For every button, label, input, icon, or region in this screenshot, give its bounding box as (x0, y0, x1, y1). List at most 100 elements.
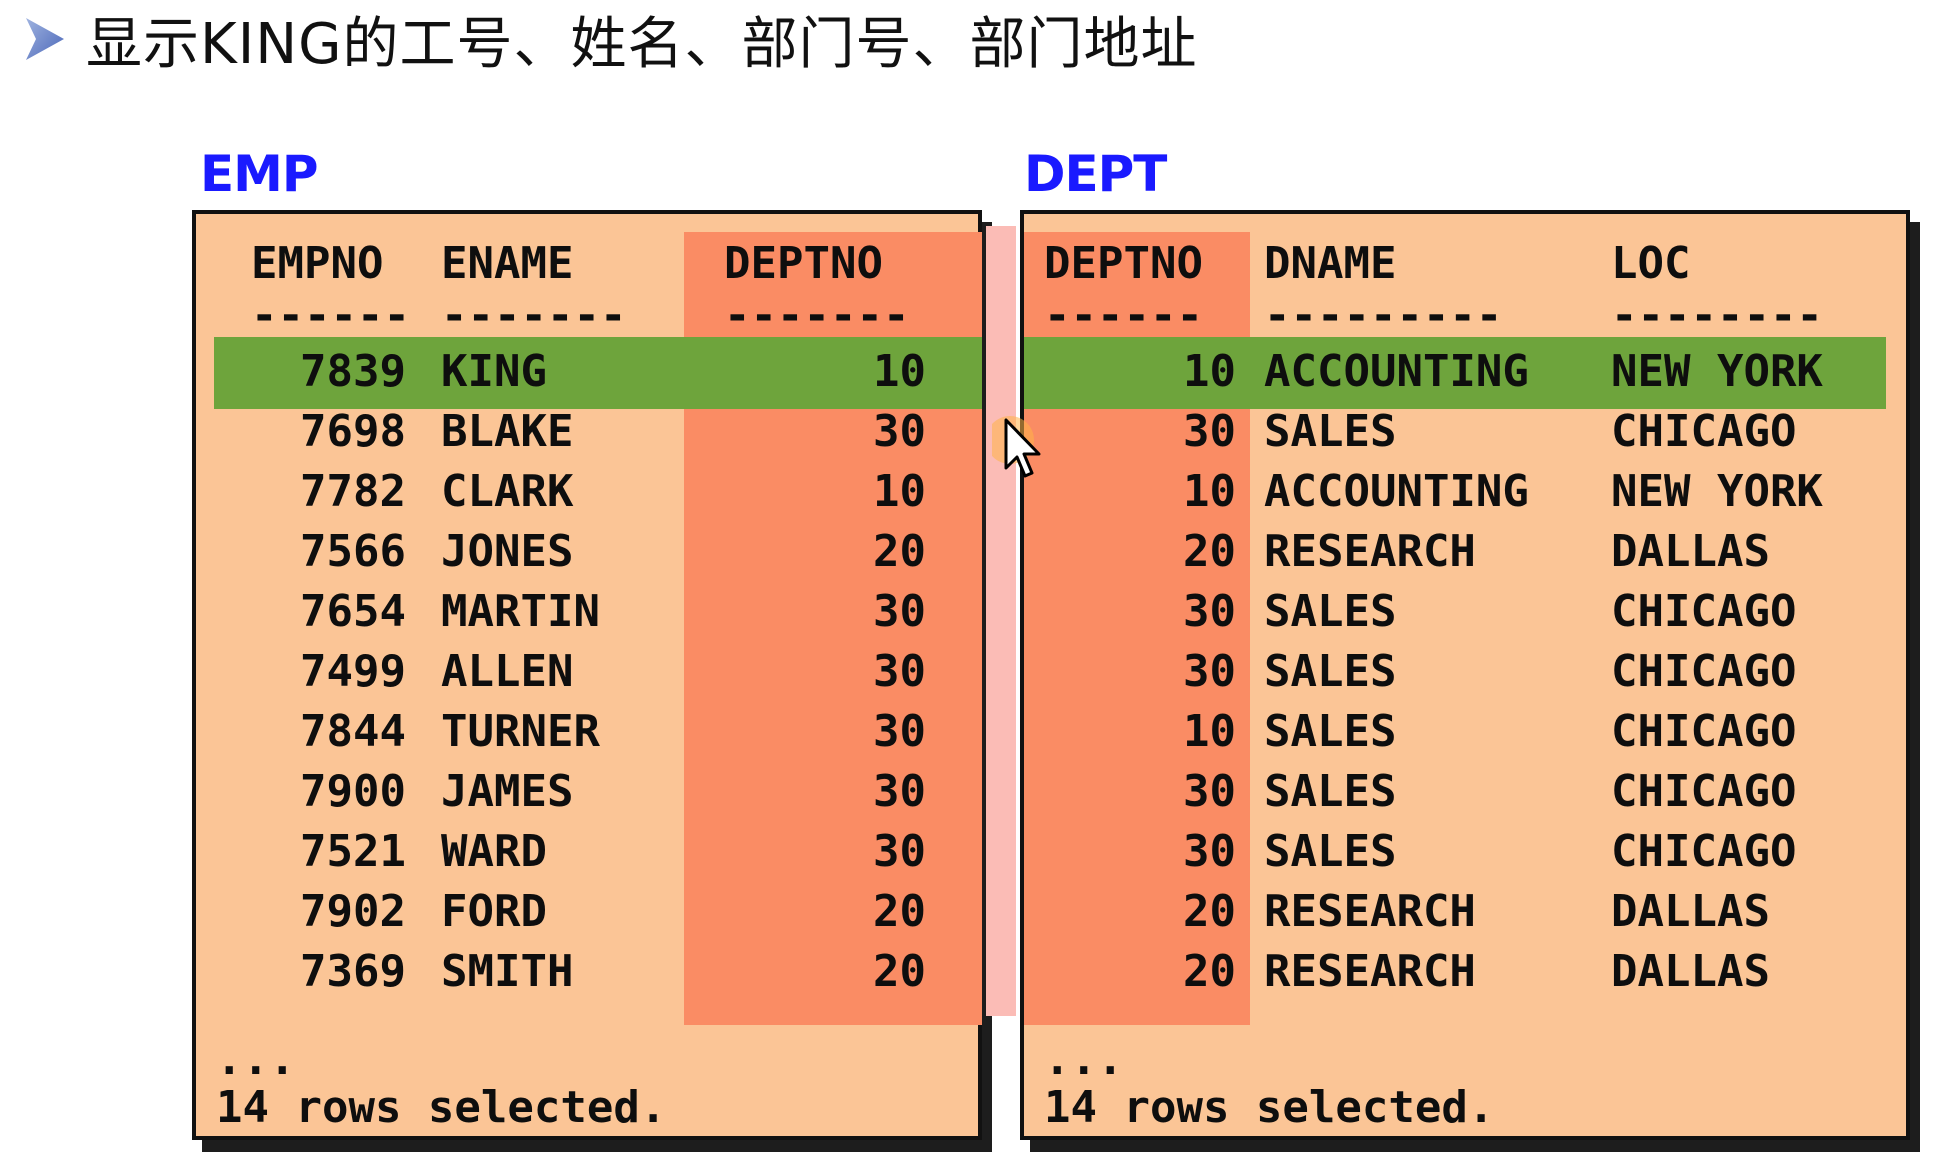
table-row: 7839 KING 10 (196, 342, 978, 402)
column-header: DEPTNO (724, 238, 883, 289)
table-cell: KING (441, 346, 547, 397)
table-row: 10 ACCOUNTING NEW YORK (1024, 342, 1906, 402)
table-cell: 7369 (300, 946, 406, 997)
table-cell: 7499 (300, 646, 406, 697)
separator-row: ------ --------- -------- (1024, 286, 1906, 346)
table-row: 7654 MARTIN 30 (196, 582, 978, 642)
column-header: EMPNO (251, 238, 384, 289)
table-cell: CHICAGO (1611, 586, 1797, 637)
table-cell: 30 (873, 586, 926, 637)
table-row: 7900 JAMES 30 (196, 762, 978, 822)
table-row: 20 RESEARCH DALLAS (1024, 522, 1906, 582)
table-cell: RESEARCH (1264, 886, 1476, 937)
table-cell: 7902 (300, 886, 406, 937)
table-cell: FORD (441, 886, 547, 937)
table-row: 7499 ALLEN 30 (196, 642, 978, 702)
join-connector-band (986, 226, 1016, 1016)
table-cell: 30 (873, 826, 926, 877)
table-cell: ACCOUNTING (1264, 346, 1529, 397)
table-cell: ACCOUNTING (1264, 466, 1529, 517)
table-cell: JAMES (441, 766, 574, 817)
column-separator: ------ (251, 290, 410, 341)
table-cell: 30 (873, 766, 926, 817)
column-separator: --------- (1264, 290, 1503, 341)
table-row: 30 SALES CHICAGO (1024, 402, 1906, 462)
table-cell: SALES (1264, 586, 1397, 637)
table-cell: SMITH (441, 946, 574, 997)
table-cell: SALES (1264, 766, 1397, 817)
table-cell: SALES (1264, 406, 1397, 457)
table-row: 30 SALES CHICAGO (1024, 642, 1906, 702)
table-cell: 20 (873, 886, 926, 937)
table-cell: 30 (1183, 766, 1236, 817)
table-cell: DALLAS (1611, 886, 1770, 937)
table-cell: SALES (1264, 826, 1397, 877)
table-cell: 20 (1183, 886, 1236, 937)
table-cell: 30 (1183, 826, 1236, 877)
table-cell: DALLAS (1611, 946, 1770, 997)
table-cell: WARD (441, 826, 547, 877)
table-row: 7844 TURNER 30 (196, 702, 978, 762)
table-row: 10 ACCOUNTING NEW YORK (1024, 462, 1906, 522)
table-cell: CHICAGO (1611, 706, 1797, 757)
table-cell: 7782 (300, 466, 406, 517)
table-cell: 10 (873, 346, 926, 397)
slide-heading: 显示KING的工号、姓名、部门号、部门地址 (22, 4, 1198, 77)
table-cell: CHICAGO (1611, 646, 1797, 697)
mouse-pointer-icon (992, 416, 1041, 478)
table-cell: 10 (873, 466, 926, 517)
table-cell: NEW YORK (1611, 346, 1823, 397)
table-cell: DALLAS (1611, 526, 1770, 577)
table-cell: 20 (873, 946, 926, 997)
table-row: 7521 WARD 30 (196, 822, 978, 882)
emp-table-title: EMP (200, 145, 319, 203)
table-row: 7782 CLARK 10 (196, 462, 978, 522)
table-cell: 30 (873, 406, 926, 457)
table-cell: 30 (873, 646, 926, 697)
table-cell: 10 (1183, 466, 1236, 517)
column-separator: ------- (724, 290, 910, 341)
table-cell: 20 (1183, 946, 1236, 997)
table-cell: 20 (1183, 526, 1236, 577)
column-header: LOC (1611, 238, 1691, 289)
column-separator: -------- (1611, 290, 1823, 341)
table-row: 20 RESEARCH DALLAS (1024, 942, 1906, 1002)
table-row: 7902 FORD 20 (196, 882, 978, 942)
table-cell: CLARK (441, 466, 574, 517)
separator-row: ------ ------- ------- (196, 286, 978, 346)
table-cell: SALES (1264, 706, 1397, 757)
table-cell: CHICAGO (1611, 826, 1797, 877)
arrow-bullet-icon (26, 18, 64, 60)
table-row: 10 SALES CHICAGO (1024, 702, 1906, 762)
table-cell: CHICAGO (1611, 766, 1797, 817)
table-cell: TURNER (441, 706, 600, 757)
table-cell: 7654 (300, 586, 406, 637)
table-row: 20 RESEARCH DALLAS (1024, 882, 1906, 942)
dept-table-title: DEPT (1024, 145, 1167, 203)
table-cell: 30 (1183, 646, 1236, 697)
column-separator: ------- (441, 290, 627, 341)
table-cell: 7566 (300, 526, 406, 577)
table-cell: JONES (441, 526, 574, 577)
heading-text: 显示KING的工号、姓名、部门号、部门地址 (86, 11, 1198, 77)
table-cell: BLAKE (441, 406, 574, 457)
table-cell: 30 (1183, 406, 1236, 457)
table-cell: 7844 (300, 706, 406, 757)
table-cell: MARTIN (441, 586, 600, 637)
row-count-footer: 14 rows selected. (1044, 1082, 1495, 1133)
table-cell: 30 (1183, 586, 1236, 637)
table-cell: RESEARCH (1264, 526, 1476, 577)
table-cell: 10 (1183, 346, 1236, 397)
table-row: 30 SALES CHICAGO (1024, 822, 1906, 882)
table-cell: 7839 (300, 346, 406, 397)
table-cell: 7521 (300, 826, 406, 877)
table-row: 30 SALES CHICAGO (1024, 762, 1906, 822)
table-cell: ALLEN (441, 646, 574, 697)
dept-table: DEPTNO DNAME LOC ------ --------- -------- 10 A… (1020, 210, 1910, 1140)
table-cell: SALES (1264, 646, 1397, 697)
table-row: 7369 SMITH 20 (196, 942, 978, 1002)
table-cell: 7698 (300, 406, 406, 457)
row-count-footer: 14 rows selected. (216, 1082, 667, 1133)
column-separator: ------ (1044, 290, 1203, 341)
table-cell: 30 (873, 706, 926, 757)
